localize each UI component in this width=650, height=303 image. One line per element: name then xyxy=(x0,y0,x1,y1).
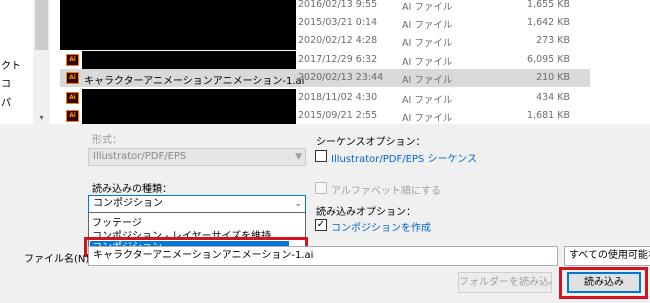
sequence-checkbox-label[interactable]: Illustrator/PDF/EPS シーケンス xyxy=(331,150,477,165)
file-type: AI ファイル xyxy=(402,95,453,106)
file-type: AI ファイル xyxy=(402,57,453,68)
alphabetical-checkbox xyxy=(315,182,327,194)
redaction-block xyxy=(82,89,296,107)
file-date: 2015/03/21 0:14 xyxy=(298,17,378,28)
file-date: 2015/09/21 2:55 xyxy=(298,110,378,121)
chevron-down-icon: ▼ xyxy=(295,152,302,162)
file-date: 2016/02/13 9:55 xyxy=(298,0,378,10)
file-type: AI ファイル xyxy=(402,2,453,13)
import-options-label: 読み込みオプション： xyxy=(316,207,416,218)
format-select-value: Illustrator/PDF/EPS xyxy=(93,151,187,162)
ai-file-icon: Ai xyxy=(66,72,79,84)
file-size: 1,655 KB xyxy=(527,0,570,10)
filetype-select-value: すべての使用可能な xyxy=(569,250,650,261)
file-date: 2020/02/12 4:28 xyxy=(298,35,378,46)
file-type: AI ファイル xyxy=(402,113,453,124)
create-composition-checkbox[interactable]: ✓ xyxy=(315,219,327,231)
redaction-block xyxy=(60,32,296,50)
file-size: 273 KB xyxy=(536,35,570,46)
redaction-block xyxy=(82,107,296,124)
file-size: 210 KB xyxy=(536,72,570,83)
ai-file-icon: Ai xyxy=(66,110,79,122)
import-type-select-value: コンポジション xyxy=(93,198,163,209)
file-size: 434 KB xyxy=(536,92,570,103)
filename-label: ファイル名(N): xyxy=(24,254,93,265)
file-date: 2017/12/29 6:32 xyxy=(298,54,378,65)
file-name: キャラクターアニメーションアニメーション-1.ai xyxy=(84,76,305,87)
format-label: 形式： xyxy=(92,135,122,146)
sequence-options-label: シーケンスオプション： xyxy=(316,137,426,148)
import-type-label: 読み込みの種類： xyxy=(92,184,172,195)
file-size: 1,681 KB xyxy=(527,110,570,121)
file-size: 1,642 KB xyxy=(527,17,570,28)
chevron-down-icon[interactable]: ⌄ xyxy=(294,196,302,212)
ai-file-icon: Ai xyxy=(66,92,79,104)
file-list-rows: Ai 2016/02/13 9:55 AI ファイル 1,655 KB Ai 2015/0… xyxy=(0,0,650,124)
file-row[interactable]: Ai キャラクターアニメーションアニメーション-1.ai 2020/02/13 23… xyxy=(60,69,590,87)
format-select: Illustrator/PDF/EPS ▼ xyxy=(88,148,306,166)
file-date: 2018/11/02 4:30 xyxy=(298,92,378,103)
import-type-select[interactable]: コンポジション ⌄ xyxy=(88,195,306,213)
file-type: AI ファイル xyxy=(402,20,453,31)
ai-file-icon: Ai xyxy=(66,54,79,66)
redaction-block xyxy=(60,14,296,32)
import-folder-button: フォルダーを読み込み xyxy=(458,272,552,293)
file-date: 2020/02/13 23:44 xyxy=(298,72,384,83)
file-type: AI ファイル xyxy=(402,38,453,49)
redaction-block xyxy=(60,0,296,14)
sequence-checkbox[interactable] xyxy=(315,150,327,162)
create-composition-label[interactable]: コンポジションを作成 xyxy=(331,219,431,234)
file-size: 6,095 KB xyxy=(527,54,570,65)
redaction-block xyxy=(82,51,296,69)
alphabetical-checkbox-label: アルファベット順にする xyxy=(331,186,441,197)
filename-input[interactable]: キャラクターアニメーションアニメーション-1.ai xyxy=(88,246,558,266)
file-type: AI ファイル xyxy=(402,75,453,86)
filetype-select[interactable]: すべての使用可能な xyxy=(564,246,650,266)
highlight-frame-import xyxy=(559,267,648,299)
